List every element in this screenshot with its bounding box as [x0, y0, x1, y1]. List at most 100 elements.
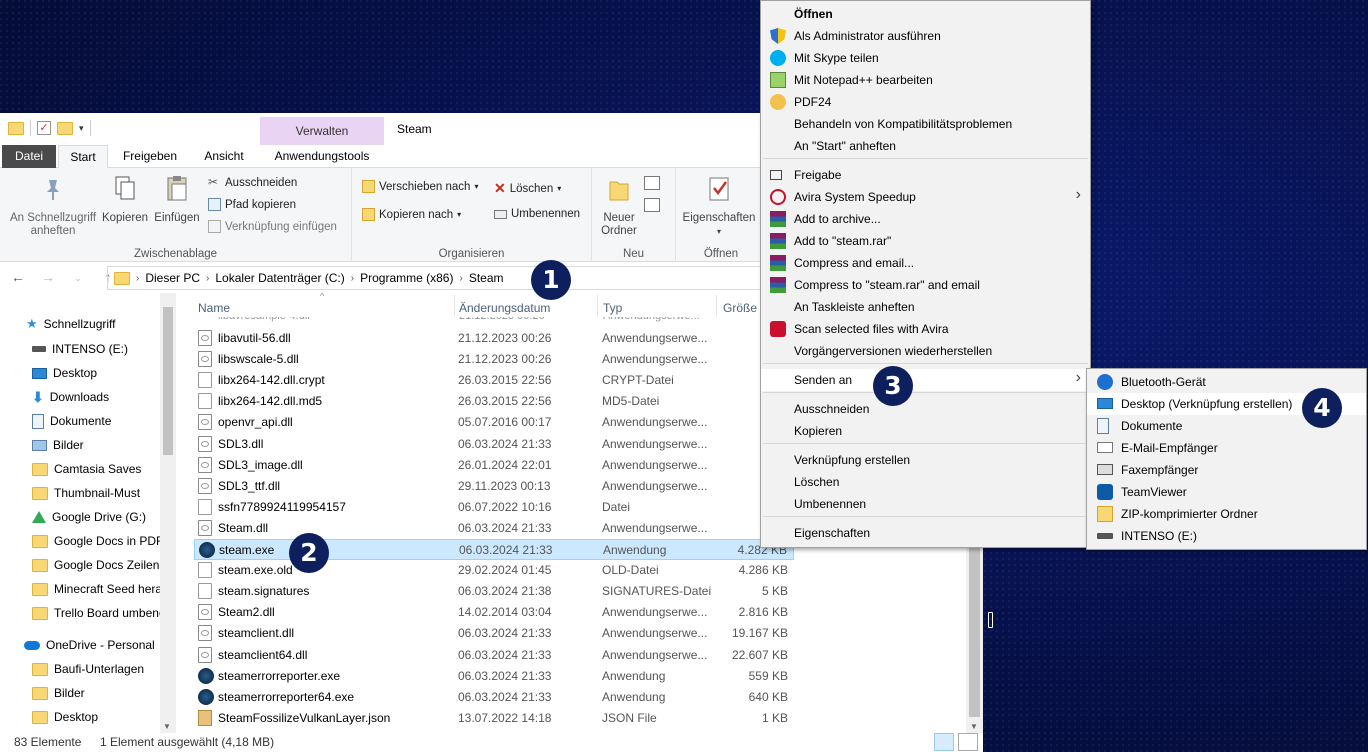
nav-item-thumbnail[interactable]: Thumbnail-Must📌 [32, 482, 172, 504]
scroll-down-arrow-icon[interactable]: ▼ [970, 722, 978, 731]
nav-scrollbar[interactable]: ▼ [160, 293, 176, 733]
nav-item-desktop[interactable]: Desktop📌 [32, 362, 172, 384]
menu-item-an-taskleiste-anheften[interactable]: An Taskleiste anheften [761, 296, 1090, 318]
properties-check-icon[interactable]: ✓ [37, 121, 51, 135]
forward-arrow-icon[interactable]: → [40, 269, 56, 287]
breadcrumb-programme-x86[interactable]: Programme (x86) [360, 271, 453, 285]
table-row[interactable]: steamclient.dll 06.03.2024 21:33 Anwendung… [194, 623, 794, 644]
nav-item-trello[interactable]: Trello Board umbene [32, 602, 172, 624]
breadcrumb-steam[interactable]: Steam [469, 271, 504, 285]
table-row[interactable]: SDL3_ttf.dll 29.11.2023 00:13 Anwendungser… [194, 476, 794, 497]
col-size[interactable]: Größe [723, 301, 757, 315]
menu-item-umbenennen[interactable]: Umbenennen [761, 493, 1090, 515]
nav-item-onedrive-bilder[interactable]: Bilder [32, 682, 172, 704]
nav-item-onedrive-desktop[interactable]: Desktop [32, 706, 172, 728]
scroll-down-arrow-icon[interactable]: ▼ [163, 722, 171, 731]
easy-access-icon[interactable] [644, 198, 660, 212]
breadcrumb-dieser-pc[interactable]: Dieser PC [145, 271, 200, 285]
tab-datei[interactable]: Datei [2, 145, 56, 168]
nav-item-baufi[interactable]: Baufi-Unterlagen [32, 658, 172, 680]
table-row[interactable]: steam.exe.old 29.02.2024 01:45 OLD-Datei 4.… [194, 560, 794, 581]
nav-item-camtasia[interactable]: Camtasia Saves📌 [32, 458, 172, 480]
menu-item-verknüpfung-erstellen[interactable]: Verknüpfung erstellen [761, 449, 1090, 471]
menu-item-avira-system-speedup[interactable]: Avira System Speedup › [761, 186, 1090, 208]
recent-chevron-icon[interactable]: ⌄ [70, 269, 86, 287]
table-row[interactable]: steam.signatures 06.03.2024 21:38 SIGNATUR… [194, 581, 794, 602]
table-row[interactable]: openvr_api.dll 05.07.2016 00:17 Anwendungs… [194, 412, 794, 433]
menu-item-eigenschaften[interactable]: Eigenschaften [761, 522, 1090, 544]
send-to-faxempfänger[interactable]: Faxempfänger [1087, 459, 1366, 481]
nav-item-google-docs-pdf[interactable]: Google Docs in PDF [32, 530, 172, 552]
menu-item-compress-and-email[interactable]: Compress and email... [761, 252, 1090, 274]
tab-freigeben[interactable]: Freigeben [114, 145, 186, 168]
table-row[interactable]: steamerrorreporter64.exe 06.03.2024 21:33… [194, 687, 794, 708]
tab-start[interactable]: Start [58, 145, 108, 168]
menu-item-add-to-archive[interactable]: Add to archive... [761, 208, 1090, 230]
rename-button[interactable]: Umbenennen [494, 208, 580, 220]
nav-item-minecraft[interactable]: Minecraft Seed hera [32, 578, 172, 600]
nav-item-schnellzugriff[interactable]: ★ Schnellzugriff [26, 313, 166, 335]
table-row[interactable]: Steam2.dll 14.02.2014 03:04 Anwendungserwe… [194, 602, 794, 623]
copy-to-button[interactable]: Kopieren nach ▾ [362, 208, 461, 221]
send-to-e-mail-empfänger[interactable]: E-Mail-Empfänger [1087, 437, 1366, 459]
tab-anwendungstools[interactable]: Anwendungstools [262, 145, 382, 168]
nav-item-downloads[interactable]: ⬇ Downloads📌 [32, 386, 172, 408]
menu-item-als-administrator-ausführen[interactable]: Als Administrator ausführen [761, 25, 1090, 47]
table-row[interactable]: SDL3.dll 06.03.2024 21:33 Anwendungserwe..… [194, 434, 794, 455]
table-row[interactable]: libx264-142.dll.crypt 26.03.2015 22:56 CRY… [194, 370, 794, 391]
table-row[interactable]: libavutil-56.dll 21.12.2023 00:26 Anwendun… [194, 328, 794, 349]
send-to-intenso-e[interactable]: INTENSO (E:) [1087, 525, 1366, 547]
address-box[interactable]: › Dieser PC › Lokaler Datenträger (C:) ›… [107, 266, 767, 290]
new-item-icon[interactable] [644, 176, 660, 190]
menu-item-kopieren[interactable]: Kopieren [761, 420, 1090, 442]
properties-button[interactable]: Eigenschaften ▾ [680, 174, 758, 238]
table-row[interactable]: libx264-142.dll.md5 26.03.2015 22:56 MD5-D… [194, 391, 794, 412]
new-folder-icon[interactable] [57, 121, 73, 135]
menu-item-scan-selected-files-with-avira[interactable]: Scan selected files with Avira [761, 318, 1090, 340]
move-to-button[interactable]: Verschieben nach ▾ [362, 180, 478, 193]
copy-path-button[interactable]: Pfad kopieren [208, 198, 296, 211]
table-row[interactable]: libswscale-5.dll 21.12.2023 00:26 Anwendun… [194, 349, 794, 370]
paste-shortcut-button[interactable]: Verknüpfung einfügen [208, 220, 337, 233]
back-arrow-icon[interactable]: ← [10, 269, 26, 287]
table-row[interactable]: SDL3_image.dll 26.01.2024 22:01 Anwendungs… [194, 455, 794, 476]
folder-icon[interactable] [8, 121, 24, 135]
details-view-icon[interactable] [934, 733, 954, 751]
nav-scrollbar-thumb[interactable] [163, 307, 173, 455]
menu-item-öffnen[interactable]: Öffnen [761, 3, 1090, 25]
qat-dropdown-icon[interactable]: ▾ [79, 123, 84, 134]
menu-item-pdf24[interactable]: PDF24 [761, 91, 1090, 113]
nav-item-google-drive[interactable]: Google Drive (G:)📌 [32, 506, 172, 528]
large-icons-view-icon[interactable] [958, 733, 978, 751]
menu-item-add-to-steam-rar[interactable]: Add to "steam.rar" [761, 230, 1090, 252]
table-row[interactable]: ssfn7789924119954157 06.07.2022 10:16 Date… [194, 497, 794, 518]
new-folder-button[interactable]: Neuer Ordner [594, 174, 644, 238]
breadcrumb-drive-c[interactable]: Lokaler Datenträger (C:) [215, 271, 344, 285]
col-name[interactable]: Name [198, 301, 230, 315]
col-type[interactable]: Typ [603, 301, 622, 315]
menu-item-senden-an[interactable]: Senden an › [761, 369, 1090, 391]
table-row[interactable]: steamerrorreporter.exe 06.03.2024 21:33 An… [194, 666, 794, 687]
send-to-zip-komprimierter-ordner[interactable]: ZIP-komprimierter Ordner [1087, 503, 1366, 525]
table-row[interactable]: steamclient64.dll 06.03.2024 21:33 Anwendu… [194, 645, 794, 666]
nav-item-onedrive[interactable]: OneDrive - Personal [24, 634, 164, 656]
pin-quick-access-button[interactable]: An Schnellzugriff anheften [4, 174, 102, 238]
nav-item-intenso[interactable]: INTENSO (E:)📌 [32, 338, 172, 360]
menu-item-mit-notepad-bearbeiten[interactable]: Mit Notepad++ bearbeiten [761, 69, 1090, 91]
send-to-teamviewer[interactable]: TeamViewer [1087, 481, 1366, 503]
tab-ansicht[interactable]: Ansicht [192, 145, 256, 168]
menu-item-ausschneiden[interactable]: Ausschneiden [761, 398, 1090, 420]
menu-item-löschen[interactable]: Löschen [761, 471, 1090, 493]
nav-item-google-docs-zeilen[interactable]: Google Docs Zeilen [32, 554, 172, 576]
menu-item-behandeln-von-kompatibilitätsproblemen[interactable]: Behandeln von Kompatibilitätsproblemen [761, 113, 1090, 135]
menu-item-freigabe[interactable]: Freigabe [761, 164, 1090, 186]
table-row[interactable]: steam.exe 06.03.2024 21:33 Anwendung 4.282 … [194, 539, 794, 560]
nav-item-dokumente[interactable]: Dokumente📌 [32, 410, 172, 432]
cut-button[interactable]: ✂ Ausschneiden [208, 176, 297, 189]
menu-item-compress-to-steam-rar-and-email[interactable]: Compress to "steam.rar" and email [761, 274, 1090, 296]
nav-item-bilder[interactable]: Bilder📌 [32, 434, 172, 456]
paste-button[interactable]: Einfügen [150, 174, 204, 225]
menu-item-vorgängerversionen-wiederherstellen[interactable]: Vorgängerversionen wiederherstellen [761, 340, 1090, 362]
table-row[interactable]: Steam.dll 06.03.2024 21:33 Anwendungserwe.… [194, 518, 794, 539]
delete-button[interactable]: ✕ Löschen ▾ [494, 180, 561, 197]
